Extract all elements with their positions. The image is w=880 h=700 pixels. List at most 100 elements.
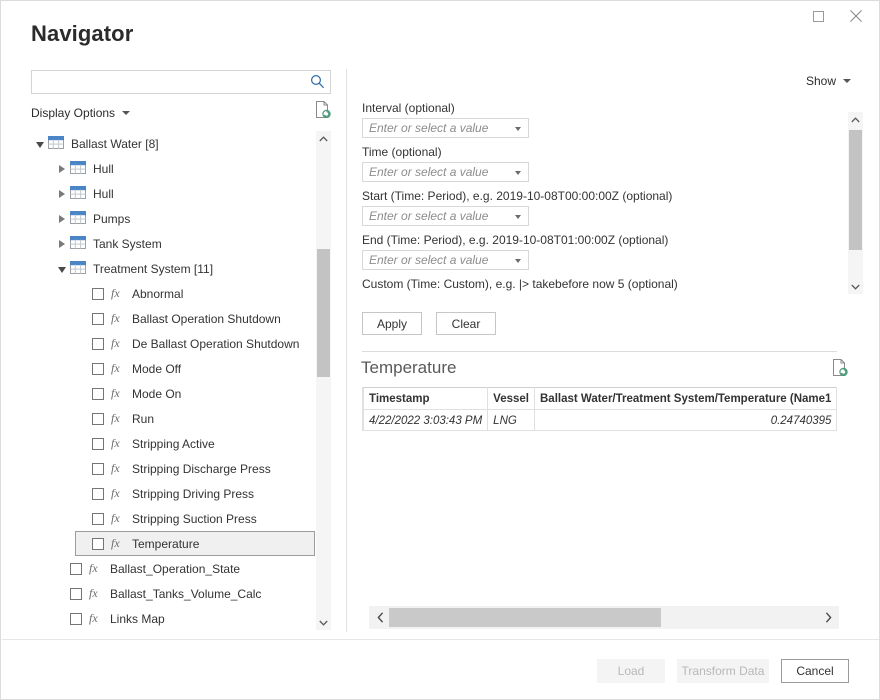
tree-item-label: Treatment System [11] — [93, 262, 213, 276]
item-checkbox[interactable] — [92, 313, 104, 325]
item-checkbox[interactable] — [92, 363, 104, 375]
apply-button[interactable]: Apply — [362, 312, 422, 335]
scroll-down-arrow[interactable] — [848, 279, 863, 294]
tree-item[interactable]: Pumps — [53, 206, 315, 231]
parameter-combobox[interactable]: Enter or select a value — [362, 162, 529, 182]
window-controls — [799, 1, 875, 31]
parameter-input-placeholder[interactable]: Enter or select a value — [369, 165, 488, 179]
tree-item[interactable]: fxMode On — [75, 381, 315, 406]
item-checkbox[interactable] — [92, 513, 104, 525]
tree-item[interactable]: Hull — [53, 156, 315, 181]
scroll-thumb[interactable] — [849, 130, 862, 250]
tree-item-label: Stripping Suction Press — [132, 512, 257, 526]
tree-item[interactable]: fxStripping Discharge Press — [75, 456, 315, 481]
parameter-input-placeholder[interactable]: Enter or select a value — [369, 209, 488, 223]
parameters-vertical-scrollbar[interactable] — [848, 112, 863, 294]
tree-item-label: De Ballast Operation Shutdown — [132, 337, 299, 351]
table-cell: 0.24740395 — [535, 410, 837, 432]
item-checkbox[interactable] — [92, 288, 104, 300]
tree-item[interactable]: fxLinks Map — [53, 606, 315, 630]
chevron-down-icon[interactable] — [515, 127, 521, 131]
tree-item[interactable]: fxDe Ballast Operation Shutdown — [75, 331, 315, 356]
object-tree[interactable]: Ballast Water [8]HullHullPumpsTank Syste… — [31, 131, 331, 630]
search-box[interactable] — [31, 70, 331, 94]
tree-item[interactable]: Tank System — [53, 231, 315, 256]
tree-item-label: Ballast_Operation_State — [110, 562, 240, 576]
parameter-combobox[interactable]: Enter or select a value — [362, 250, 529, 270]
search-icon[interactable] — [310, 74, 325, 92]
show-menu[interactable]: Show — [806, 74, 851, 88]
cancel-button[interactable]: Cancel — [781, 659, 849, 683]
chevron-down-icon[interactable] — [515, 215, 521, 219]
expand-triangle-icon[interactable] — [54, 215, 70, 223]
clear-button[interactable]: Clear — [436, 312, 496, 335]
parameter-input-placeholder[interactable]: Enter or select a value — [369, 253, 488, 267]
tree-item[interactable]: Ballast Water [8] — [31, 131, 315, 156]
tree-item[interactable]: fxBallast Operation Shutdown — [75, 306, 315, 331]
function-icon: fx — [111, 386, 124, 401]
chevron-up-icon — [319, 136, 328, 142]
expand-triangle-icon[interactable] — [54, 190, 70, 198]
scroll-left-arrow[interactable] — [369, 606, 391, 629]
preview-horizontal-scrollbar[interactable] — [369, 606, 839, 629]
tree-vertical-scrollbar[interactable] — [316, 131, 331, 630]
item-checkbox[interactable] — [70, 563, 82, 575]
parameter-input-placeholder[interactable]: Enter or select a value — [369, 121, 488, 135]
search-input[interactable] — [36, 73, 305, 93]
collapse-triangle-icon[interactable] — [32, 140, 48, 148]
column-header[interactable]: Timestamp — [364, 388, 488, 410]
maximize-icon — [813, 11, 824, 22]
scroll-thumb[interactable] — [317, 249, 330, 377]
scroll-up-arrow[interactable] — [316, 131, 331, 146]
collapse-triangle-icon[interactable] — [54, 265, 70, 273]
chevron-down-icon — [851, 284, 860, 290]
item-checkbox[interactable] — [92, 463, 104, 475]
item-checkbox[interactable] — [92, 338, 104, 350]
maximize-button[interactable] — [799, 1, 837, 31]
preview-table-viewport: TimestampVesselBallast Water/Treatment S… — [362, 387, 837, 431]
function-icon: fx — [111, 411, 124, 426]
expand-triangle-icon[interactable] — [54, 240, 70, 248]
refresh-document-icon[interactable] — [315, 101, 331, 121]
tree-item[interactable]: Treatment System [11] — [53, 256, 315, 281]
column-header[interactable]: Ballast Water/Treatment System/Temperatu… — [535, 388, 837, 410]
item-checkbox[interactable] — [92, 438, 104, 450]
scroll-up-arrow[interactable] — [848, 112, 863, 127]
scroll-down-arrow[interactable] — [316, 615, 331, 630]
parameter-combobox[interactable]: Enter or select a value — [362, 206, 529, 226]
tree-item[interactable]: Hull — [53, 181, 315, 206]
chevron-down-icon[interactable] — [515, 171, 521, 175]
parameter-label: Interval (optional) — [362, 101, 837, 115]
item-checkbox[interactable] — [70, 613, 82, 625]
item-checkbox[interactable] — [92, 413, 104, 425]
parameter-combobox[interactable]: Enter or select a value — [362, 118, 529, 138]
tree-item[interactable]: fxAbnormal — [75, 281, 315, 306]
table-row[interactable]: 4/22/2022 3:03:43 PMLNG0.24740395 — [364, 410, 837, 432]
item-checkbox[interactable] — [92, 388, 104, 400]
item-checkbox[interactable] — [92, 488, 104, 500]
expand-triangle-icon[interactable] — [54, 165, 70, 173]
preview-table: TimestampVesselBallast Water/Treatment S… — [363, 387, 837, 431]
table-icon — [70, 161, 86, 174]
scroll-right-arrow[interactable] — [817, 606, 839, 629]
preview-refresh-document-icon[interactable] — [832, 359, 848, 379]
tree-item[interactable]: fxBallast_Tanks_Volume_Calc — [53, 581, 315, 606]
column-header[interactable]: Vessel — [488, 388, 535, 410]
tree-item[interactable]: fxTemperature — [75, 531, 315, 556]
scroll-thumb[interactable] — [389, 608, 661, 627]
item-checkbox[interactable] — [70, 588, 82, 600]
item-checkbox[interactable] — [92, 538, 104, 550]
function-icon: fx — [111, 461, 124, 476]
tree-item[interactable]: fxStripping Driving Press — [75, 481, 315, 506]
tree-item[interactable]: fxStripping Suction Press — [75, 506, 315, 531]
table-icon — [70, 236, 86, 249]
tree-item[interactable]: fxStripping Active — [75, 431, 315, 456]
tree-item[interactable]: fxMode Off — [75, 356, 315, 381]
display-options-menu[interactable]: Display Options — [31, 104, 130, 122]
tree-item[interactable]: fxRun — [75, 406, 315, 431]
parameter-field: Start (Time: Period), e.g. 2019-10-08T00… — [362, 189, 837, 226]
chevron-down-icon[interactable] — [515, 259, 521, 263]
parameters-panel: Interval (optional) Enter or select a val… — [362, 101, 837, 294]
tree-item[interactable]: fxBallast_Operation_State — [53, 556, 315, 581]
close-button[interactable] — [837, 1, 875, 31]
